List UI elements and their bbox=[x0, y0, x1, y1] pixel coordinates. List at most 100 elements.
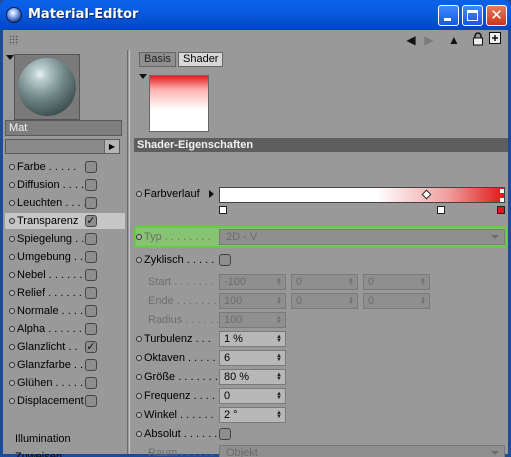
animation-dot-icon[interactable] bbox=[9, 362, 15, 368]
channel-item[interactable]: Spiegelung . . bbox=[5, 231, 125, 247]
animation-dot-icon[interactable] bbox=[9, 290, 15, 296]
tab-shader[interactable]: Shader bbox=[178, 52, 224, 67]
channel-item[interactable]: Transparenz ✓ bbox=[5, 213, 125, 229]
channel-item[interactable]: Umgebung . . bbox=[5, 249, 125, 265]
animation-dot-icon[interactable] bbox=[9, 326, 15, 332]
channel-item[interactable]: Alpha . . . . . . . bbox=[5, 321, 125, 337]
animation-dot-icon[interactable] bbox=[136, 412, 142, 418]
animation-dot-icon[interactable] bbox=[9, 200, 15, 206]
lock-icon[interactable] bbox=[470, 32, 486, 48]
animation-dot-icon[interactable] bbox=[9, 182, 15, 188]
channel-checkbox[interactable] bbox=[85, 197, 97, 209]
shader-preview-menu-icon[interactable] bbox=[139, 74, 147, 79]
animation-dot-icon[interactable] bbox=[9, 344, 15, 350]
end-y-field[interactable]: 0 ▲ ▼ bbox=[291, 293, 358, 309]
size-field[interactable]: 80 % ▲ ▼ bbox=[219, 369, 286, 385]
channel-checkbox[interactable] bbox=[85, 395, 97, 407]
channel-checkbox[interactable]: ✓ bbox=[85, 215, 97, 227]
channel-item[interactable]: Diffusion . . . . bbox=[5, 177, 125, 193]
arrow-right-icon[interactable]: ▶ bbox=[104, 140, 119, 153]
end-x-field[interactable]: 100 ▲ ▼ bbox=[219, 293, 286, 309]
animation-dot-icon[interactable] bbox=[136, 234, 142, 240]
assign-item[interactable]: Zuweisen bbox=[15, 449, 62, 457]
channel-checkbox[interactable] bbox=[85, 305, 97, 317]
spinner-icon[interactable]: ▲ ▼ bbox=[348, 296, 354, 306]
tab-basis[interactable]: Basis bbox=[139, 52, 176, 67]
spinner-icon[interactable]: ▲ ▼ bbox=[276, 372, 282, 382]
animation-dot-icon[interactable] bbox=[136, 355, 142, 361]
channel-item[interactable]: Normale . . . . bbox=[5, 303, 125, 319]
animation-dot-icon[interactable] bbox=[9, 308, 15, 314]
animation-dot-icon[interactable] bbox=[9, 272, 15, 278]
channel-checkbox[interactable] bbox=[85, 161, 97, 173]
channel-checkbox[interactable] bbox=[85, 251, 97, 263]
channel-checkbox[interactable] bbox=[85, 287, 97, 299]
minimize-button[interactable] bbox=[438, 5, 459, 26]
animation-dot-icon[interactable] bbox=[136, 374, 142, 380]
start-z-field[interactable]: 0 ▲ ▼ bbox=[363, 274, 430, 290]
animation-dot-icon[interactable] bbox=[9, 254, 15, 260]
title-bar[interactable]: Material-Editor ✕ bbox=[0, 0, 511, 30]
radius-field[interactable]: 100 ▲ ▼ bbox=[219, 312, 286, 328]
animation-dot-icon[interactable] bbox=[136, 257, 142, 263]
channel-item[interactable]: Farbe . . . . . bbox=[5, 159, 125, 175]
spinner-icon[interactable]: ▲ ▼ bbox=[276, 353, 282, 363]
cyclic-checkbox[interactable] bbox=[219, 254, 231, 266]
animation-dot-icon[interactable] bbox=[136, 393, 142, 399]
animation-dot-icon[interactable] bbox=[9, 398, 15, 404]
animation-dot-icon[interactable] bbox=[9, 236, 15, 242]
channel-item[interactable]: Glanzlicht . . ✓ bbox=[5, 339, 125, 355]
gradient-interpolation-knot[interactable] bbox=[421, 189, 432, 200]
channel-item[interactable]: Leuchten . . . . bbox=[5, 195, 125, 211]
turbulence-field[interactable]: 1 % ▲ ▼ bbox=[219, 331, 286, 347]
channel-item[interactable]: Glanzfarbe . . bbox=[5, 357, 125, 373]
close-button[interactable]: ✕ bbox=[486, 5, 507, 26]
arrow-up-icon[interactable]: ▲ bbox=[446, 32, 462, 48]
gradient-knot-white[interactable] bbox=[437, 206, 445, 214]
spinner-icon[interactable]: ▲ ▼ bbox=[276, 410, 282, 420]
angle-field[interactable]: 2 ° ▲ ▼ bbox=[219, 407, 286, 423]
grip-icon[interactable] bbox=[9, 35, 19, 45]
spinner-icon[interactable]: ▲ ▼ bbox=[276, 277, 282, 287]
gradient-knot-red[interactable] bbox=[497, 206, 505, 214]
maximize-button[interactable] bbox=[462, 5, 483, 26]
end-z-field[interactable]: 0 ▲ ▼ bbox=[363, 293, 430, 309]
channel-checkbox[interactable] bbox=[85, 323, 97, 335]
gradient-knot-white[interactable] bbox=[219, 206, 227, 214]
type-dropdown[interactable]: 2D - V bbox=[219, 229, 505, 245]
channel-checkbox[interactable]: ✓ bbox=[85, 341, 97, 353]
spinner-icon[interactable]: ▲ ▼ bbox=[276, 315, 282, 325]
channel-item[interactable]: Relief . . . . . . bbox=[5, 285, 125, 301]
spinner-icon[interactable]: ▲ ▼ bbox=[276, 296, 282, 306]
preview-menu-icon[interactable] bbox=[6, 55, 14, 60]
animation-dot-icon[interactable] bbox=[136, 191, 142, 197]
octaves-field[interactable]: 6 ▲ ▼ bbox=[219, 350, 286, 366]
animation-dot-icon[interactable] bbox=[9, 380, 15, 386]
preview-size-slider[interactable]: ▶ bbox=[5, 139, 120, 154]
start-x-field[interactable]: -100 ▲ ▼ bbox=[219, 274, 286, 290]
gradient-bar[interactable] bbox=[219, 187, 505, 203]
channel-checkbox[interactable] bbox=[85, 359, 97, 371]
spinner-icon[interactable]: ▲ ▼ bbox=[276, 334, 282, 344]
spinner-icon[interactable]: ▲ ▼ bbox=[420, 296, 426, 306]
spinner-icon[interactable]: ▲ ▼ bbox=[348, 277, 354, 287]
channel-checkbox[interactable] bbox=[85, 377, 97, 389]
start-y-field[interactable]: 0 ▲ ▼ bbox=[291, 274, 358, 290]
arrow-right-icon[interactable]: ▶ bbox=[421, 32, 437, 48]
channel-checkbox[interactable] bbox=[85, 269, 97, 281]
new-window-icon[interactable] bbox=[487, 32, 503, 48]
animation-dot-icon[interactable] bbox=[9, 218, 15, 224]
space-dropdown[interactable]: Objekt bbox=[219, 445, 505, 457]
channel-checkbox[interactable] bbox=[85, 233, 97, 245]
absolute-checkbox[interactable] bbox=[219, 428, 231, 440]
gradient-expand-icon[interactable] bbox=[209, 190, 214, 198]
channel-checkbox[interactable] bbox=[85, 179, 97, 191]
channel-item[interactable]: Nebel . . . . . . bbox=[5, 267, 125, 283]
spinner-icon[interactable]: ▲ ▼ bbox=[276, 391, 282, 401]
animation-dot-icon[interactable] bbox=[9, 164, 15, 170]
animation-dot-icon[interactable] bbox=[136, 336, 142, 342]
spinner-icon[interactable]: ▲ ▼ bbox=[420, 277, 426, 287]
channel-item[interactable]: Displacement bbox=[5, 393, 125, 409]
material-preview[interactable] bbox=[14, 54, 80, 120]
gradient-row[interactable]: Farbverlauf bbox=[134, 186, 218, 202]
